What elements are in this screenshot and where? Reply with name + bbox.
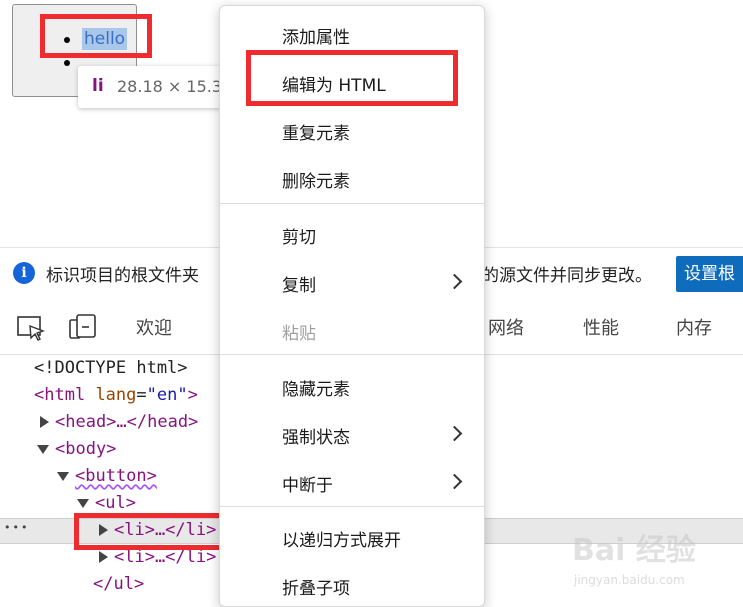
menu-item-copy[interactable]: 复制 (282, 271, 316, 296)
dom-ul-close[interactable]: </ul> (93, 573, 144, 595)
menu-item-force-state[interactable]: 强制状态 (282, 423, 350, 448)
submenu-chevron-icon (446, 473, 463, 490)
head-tag: <head>…</head> (55, 412, 199, 432)
menu-separator (220, 354, 484, 355)
submenu-chevron-icon (446, 273, 463, 290)
set-root-button[interactable]: 设置根 (676, 256, 743, 292)
infobar-text: 标识项目的根文件夹 (46, 266, 199, 286)
baidu-watermark: Bai 经验 jingyan.baidu.com (572, 525, 732, 595)
html-attr-name: lang (95, 385, 137, 405)
menu-item-cut[interactable]: 剪切 (282, 223, 316, 248)
expand-triangle-icon[interactable] (40, 416, 49, 428)
body-tag: <body> (55, 439, 117, 459)
menu-item-hide-element[interactable]: 隐藏元素 (282, 375, 350, 400)
menu-item-duplicate-element[interactable]: 重复元素 (282, 119, 350, 144)
html-attr-value: "en" (146, 385, 188, 405)
dom-head[interactable]: <head>…</head> (40, 411, 198, 433)
submenu-chevron-icon (446, 425, 463, 442)
tab-welcome[interactable]: 欢迎 (136, 314, 172, 340)
info-icon: i (13, 262, 35, 284)
collapse-triangle-icon[interactable] (77, 498, 89, 508)
menu-item-delete-element[interactable]: 删除元素 (282, 167, 350, 192)
dom-button[interactable]: <button> (57, 465, 157, 487)
tab-network[interactable]: 网络 (488, 314, 524, 340)
infobar-text-continued: 的源文件并同步更改。 (482, 266, 652, 286)
tab-memory[interactable]: 内存 (676, 314, 712, 340)
tab-performance[interactable]: 性能 (583, 314, 619, 340)
html-tag-close: > (187, 385, 198, 405)
menu-item-add-attribute[interactable]: 添加属性 (282, 23, 350, 48)
inspect-element-icon[interactable] (16, 314, 46, 342)
dom-ul[interactable]: <ul> (77, 492, 136, 514)
menu-separator (220, 506, 484, 507)
device-emulation-icon[interactable] (68, 314, 98, 342)
ul-close-tag: </ul> (93, 574, 145, 594)
menu-item-break-on[interactable]: 中断于 (282, 471, 333, 496)
menu-item-paste: 粘贴 (282, 324, 316, 344)
dom-doctype[interactable]: <!DOCTYPE html> (34, 357, 188, 379)
html-tag: <html (34, 385, 86, 405)
watermark-brand: Bai 经验 (572, 533, 696, 568)
expand-triangle-icon[interactable] (99, 551, 108, 563)
button-tag: <button> (75, 466, 157, 486)
dom-html[interactable]: <html lang="en"> (34, 384, 198, 406)
doctype-text: <!DOCTYPE html> (34, 358, 188, 378)
collapse-triangle-icon[interactable] (37, 444, 49, 454)
menu-item-expand-recursively[interactable]: 以递归方式展开 (282, 526, 401, 551)
ul-tag: <ul> (95, 493, 136, 513)
menu-item-collapse-children[interactable]: 折叠子项 (282, 574, 350, 599)
highlight-box-edit-html (246, 50, 458, 106)
menu-separator (220, 203, 484, 204)
li-tag: <li>…</li> (114, 547, 217, 567)
watermark-url: jingyan.baidu.com (574, 573, 685, 587)
row-actions-dots[interactable]: ••• (4, 521, 29, 534)
dom-body[interactable]: <body> (37, 438, 116, 460)
collapse-triangle-icon[interactable] (57, 471, 69, 481)
highlight-box-li (74, 513, 226, 550)
attr-equals: = (136, 385, 147, 405)
